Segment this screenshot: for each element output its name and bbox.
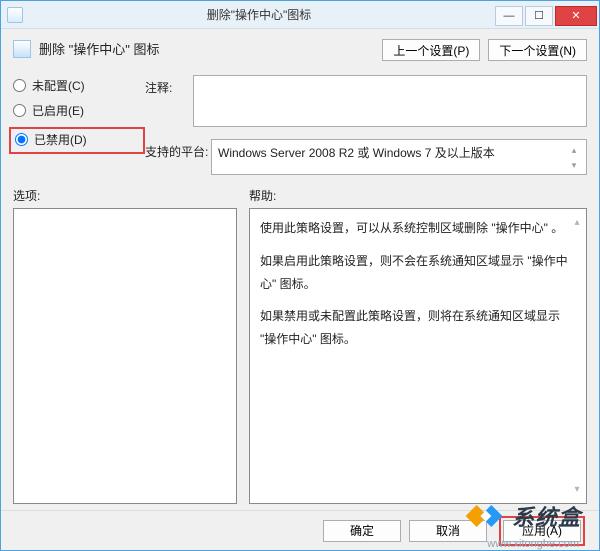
help-scrollbar[interactable]: ▴ ▾ [570, 213, 584, 499]
apply-button[interactable]: 应用(A) [503, 520, 581, 542]
header-row: 删除 "操作中心" 图标 上一个设置(P) 下一个设置(N) [13, 39, 587, 61]
mid-section: 未配置(C) 已启用(E) 已禁用(D) 注 [13, 75, 587, 175]
radio-enabled-input[interactable] [13, 104, 26, 117]
help-label: 帮助: [249, 187, 587, 204]
radio-enabled-label: 已启用(E) [32, 102, 84, 119]
header-left: 删除 "操作中心" 图标 [13, 39, 382, 58]
setting-title: 删除 "操作中心" 图标 [39, 39, 159, 58]
help-paragraph-3: 如果禁用或未配置此策略设置，则将在系统通知区域显示 "操作中心" 图标。 [260, 305, 570, 351]
comment-textarea[interactable] [193, 75, 587, 127]
platform-box: Windows Server 2008 R2 或 Windows 7 及以上版本… [211, 139, 587, 175]
ok-button[interactable]: 确定 [323, 520, 401, 542]
minimize-button[interactable]: — [495, 6, 523, 26]
app-icon [7, 7, 23, 23]
maximize-button[interactable]: ☐ [525, 6, 553, 26]
platform-text: Windows Server 2008 R2 或 Windows 7 及以上版本 [218, 144, 495, 161]
platform-label: 支持的平台: [145, 139, 211, 175]
radio-disabled-highlight: 已禁用(D) [9, 127, 145, 154]
comment-label: 注释: [145, 75, 193, 127]
footer: 确定 取消 应用(A) [1, 510, 599, 550]
radio-disabled-label: 已禁用(D) [34, 131, 87, 148]
platform-row: 支持的平台: Windows Server 2008 R2 或 Windows … [145, 139, 587, 175]
options-box [13, 208, 237, 504]
radio-enabled[interactable]: 已启用(E) [13, 102, 145, 119]
scroll-down-icon[interactable]: ▾ [568, 159, 580, 171]
help-box: 使用此策略设置，可以从系统控制区域删除 "操作中心" 。 如果启用此策略设置，则… [249, 208, 587, 504]
options-label: 选项: [13, 187, 237, 204]
radio-not-configured[interactable]: 未配置(C) [13, 77, 145, 94]
next-setting-button[interactable]: 下一个设置(N) [488, 39, 587, 61]
nav-buttons: 上一个设置(P) 下一个设置(N) [382, 39, 587, 61]
policy-icon [13, 40, 31, 58]
scroll-up-icon[interactable]: ▴ [570, 213, 584, 232]
scroll-down-icon[interactable]: ▾ [570, 480, 584, 499]
apply-highlight: 应用(A) [499, 516, 585, 546]
dialog-window: 删除"操作中心"图标 — ☐ ✕ 删除 "操作中心" 图标 上一个设置(P) 下… [0, 0, 600, 551]
radio-not-configured-input[interactable] [13, 79, 26, 92]
content-area: 删除 "操作中心" 图标 上一个设置(P) 下一个设置(N) 未配置(C) 已启… [1, 29, 599, 510]
window-title: 删除"操作中心"图标 [23, 6, 495, 23]
options-column: 选项: [13, 187, 237, 504]
right-column: 注释: 支持的平台: Windows Server 2008 R2 或 Wind… [145, 75, 587, 175]
platform-scrollbar[interactable]: ▴ ▾ [568, 144, 580, 171]
help-paragraph-1: 使用此策略设置，可以从系统控制区域删除 "操作中心" 。 [260, 217, 570, 240]
cancel-button[interactable]: 取消 [409, 520, 487, 542]
comment-row: 注释: [145, 75, 587, 127]
radio-disabled[interactable]: 已禁用(D) [15, 131, 87, 148]
scroll-up-icon[interactable]: ▴ [568, 144, 580, 156]
radio-column: 未配置(C) 已启用(E) 已禁用(D) [13, 75, 145, 175]
close-button[interactable]: ✕ [555, 6, 597, 26]
panels-row: 选项: 帮助: 使用此策略设置，可以从系统控制区域删除 "操作中心" 。 如果启… [13, 187, 587, 504]
help-paragraph-2: 如果启用此策略设置，则不会在系统通知区域显示 "操作中心" 图标。 [260, 250, 570, 296]
radio-not-configured-label: 未配置(C) [32, 77, 85, 94]
state-radio-group: 未配置(C) 已启用(E) 已禁用(D) [13, 77, 145, 154]
window-buttons: — ☐ ✕ [495, 4, 599, 26]
radio-disabled-input[interactable] [15, 133, 28, 146]
help-column: 帮助: 使用此策略设置，可以从系统控制区域删除 "操作中心" 。 如果启用此策略… [249, 187, 587, 504]
previous-setting-button[interactable]: 上一个设置(P) [382, 39, 480, 61]
titlebar: 删除"操作中心"图标 — ☐ ✕ [1, 1, 599, 29]
